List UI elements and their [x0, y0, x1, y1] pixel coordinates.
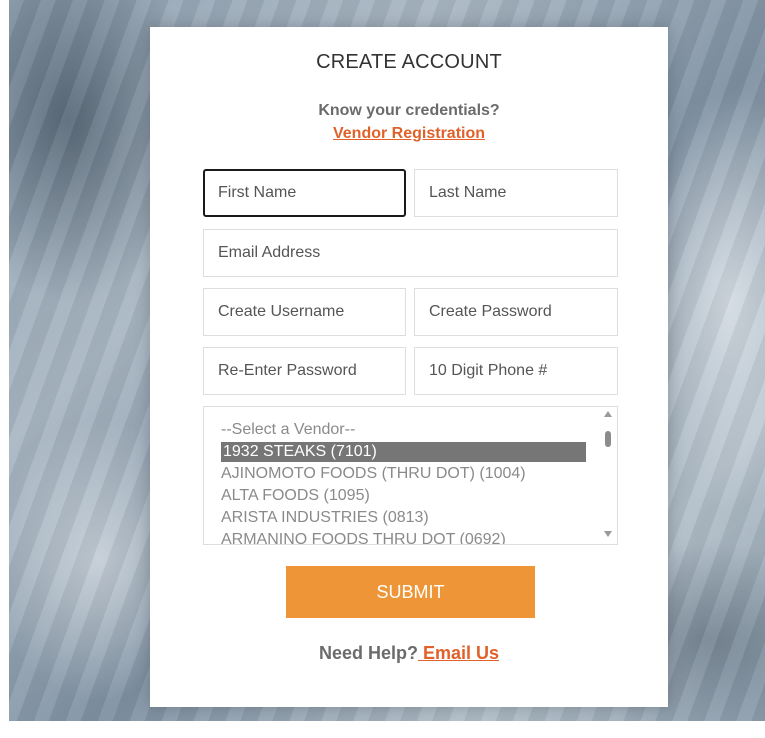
last-name-field[interactable]: [414, 169, 618, 217]
help-line: Need Help? Email Us: [150, 643, 668, 664]
credentials-prompt: Know your credentials?: [318, 102, 500, 119]
email-us-link[interactable]: Email Us: [418, 643, 499, 663]
vendor-option[interactable]: ARISTA INDUSTRIES (0813): [221, 508, 429, 528]
submit-button[interactable]: SUBMIT: [286, 566, 535, 618]
password-confirm-field[interactable]: [203, 347, 406, 395]
password-field[interactable]: [414, 288, 618, 336]
scrollbar-thumb[interactable]: [605, 431, 611, 447]
vendor-option[interactable]: AJINOMOTO FOODS (THRU DOT) (1004): [221, 464, 526, 484]
scroll-down-arrow-icon[interactable]: [604, 531, 612, 537]
phone-field[interactable]: [414, 347, 618, 395]
vendor-option-selected[interactable]: 1932 STEAKS (7101): [221, 442, 586, 462]
vendor-option[interactable]: --Select a Vendor--: [221, 420, 355, 440]
scroll-up-arrow-icon[interactable]: [604, 411, 612, 417]
vendor-registration-link[interactable]: Vendor Registration: [150, 125, 668, 143]
username-field[interactable]: [203, 288, 406, 336]
vendor-option[interactable]: ALTA FOODS (1095): [221, 486, 370, 506]
create-account-card: CREATE ACCOUNT Know your credentials? Ve…: [150, 27, 668, 707]
page-title: CREATE ACCOUNT: [316, 51, 502, 73]
help-text: Need Help?: [318, 643, 418, 663]
email-field[interactable]: [203, 229, 618, 277]
vendor-option[interactable]: ARMANINO FOODS THRU DOT (0692): [221, 530, 506, 544]
vendor-select[interactable]: --Select a Vendor-- 1932 STEAKS (7101) A…: [203, 406, 618, 545]
first-name-field[interactable]: [203, 169, 406, 217]
